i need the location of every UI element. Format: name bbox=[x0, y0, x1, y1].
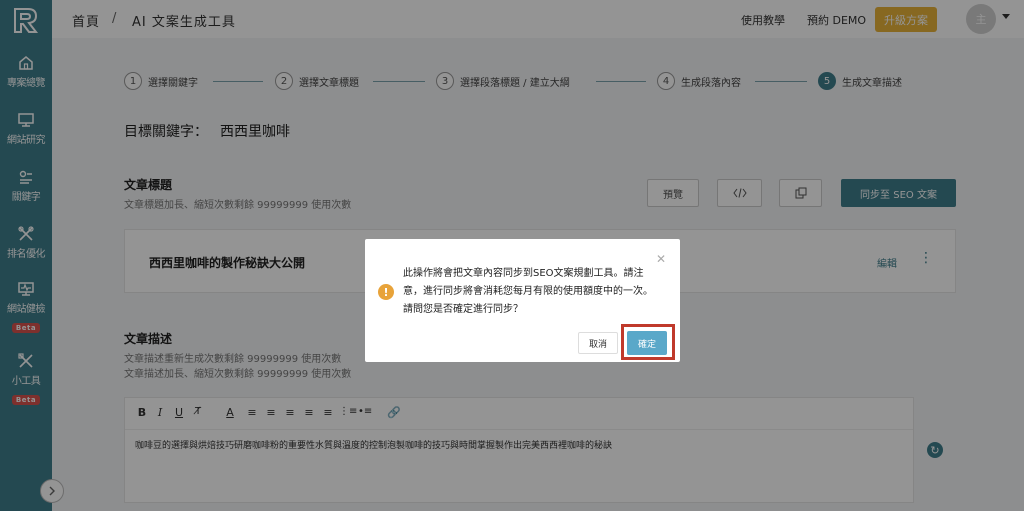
confirm-highlight-box bbox=[621, 324, 675, 360]
cancel-button[interactable]: 取消 bbox=[578, 332, 618, 354]
warning-icon: ! bbox=[378, 284, 394, 300]
dialog-message: 此操作將會把文章內容同步到SEO文案規劃工具。請注意，進行同步將會消耗您每月有限… bbox=[403, 268, 653, 315]
close-icon[interactable]: ✕ bbox=[656, 252, 666, 266]
